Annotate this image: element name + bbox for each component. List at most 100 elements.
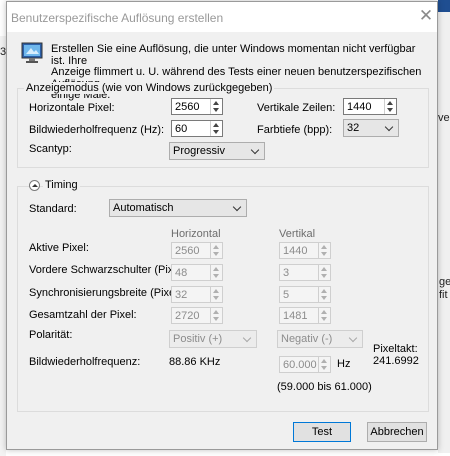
horizontal-frequency-value: 88.86 KHz (169, 356, 221, 368)
monitor-icon (21, 42, 43, 63)
horizontal-pixels-label: Horizontale Pixel: (29, 102, 115, 114)
stepper-arrows[interactable] (210, 265, 222, 280)
stepper-arrows[interactable] (210, 287, 222, 302)
scan-type-label: Scantyp: (29, 143, 72, 155)
color-depth-label: Farbtiefe (bpp): (257, 124, 333, 136)
timing-refresh-value: 60.000 (283, 359, 317, 371)
sync-width-h-stepper[interactable]: 32 (171, 286, 223, 303)
polarity-v-value: Negativ (-) (281, 333, 333, 345)
chevron-up-icon[interactable] (321, 245, 327, 249)
timing-refresh-stepper[interactable]: 60.000 (279, 356, 331, 373)
front-porch-v-stepper[interactable]: 3 (279, 264, 331, 281)
active-pixels-h-value: 2560 (175, 245, 200, 257)
total-pixels-h-value: 2720 (175, 310, 200, 322)
chevron-up-icon[interactable] (213, 310, 219, 314)
chevron-up-icon[interactable] (387, 101, 393, 105)
refresh-rate-value: 60 (175, 123, 188, 135)
chevron-down-icon[interactable] (321, 252, 327, 256)
chevron-down-icon (250, 145, 260, 155)
custom-resolution-dialog: Benutzerspezifische Auflösung erstellen … (6, 1, 438, 450)
front-porch-v-value: 3 (283, 267, 290, 279)
cancel-button[interactable]: Abbrechen (367, 422, 427, 442)
total-pixels-h-stepper[interactable]: 2720 (171, 307, 223, 324)
stepper-arrows[interactable] (318, 357, 330, 372)
polarity-label: Polarität: (29, 329, 73, 341)
chevron-down-icon[interactable] (213, 296, 219, 300)
chevron-up-icon[interactable] (321, 310, 327, 314)
background-window-titlebar (438, 0, 450, 12)
active-pixels-h-stepper[interactable]: 2560 (171, 242, 223, 259)
stepper-arrows[interactable] (318, 265, 330, 280)
stepper-arrows[interactable] (210, 99, 222, 114)
polarity-h-select[interactable]: Positiv (+) (169, 330, 257, 348)
chevron-down-icon[interactable] (213, 130, 219, 134)
front-porch-h-value: 48 (175, 267, 188, 279)
chevron-down-icon[interactable] (321, 317, 327, 321)
chevron-up-icon[interactable] (213, 267, 219, 271)
refresh-rate-stepper[interactable]: 60 (171, 120, 223, 137)
chevron-down-icon[interactable] (213, 108, 219, 112)
background-text: ge (439, 276, 450, 288)
sync-width-v-stepper[interactable]: 5 (279, 286, 331, 303)
chevron-down-icon[interactable] (321, 366, 327, 370)
front-porch-h-stepper[interactable]: 48 (171, 264, 223, 281)
background-text: fit (439, 289, 448, 301)
stepper-arrows[interactable] (384, 99, 396, 114)
active-pixels-v-value: 1440 (283, 245, 308, 257)
info-text-line: Erstellen Sie eine Auflösung, die unter … (51, 43, 416, 67)
scan-type-value: Progressiv (173, 145, 225, 157)
refresh-range: (59.000 bis 61.000) (277, 381, 372, 393)
stepper-arrows[interactable] (210, 243, 222, 258)
timing-legend: Timing (43, 179, 80, 191)
chevron-down-icon[interactable] (213, 252, 219, 256)
active-pixels-label: Aktive Pixel: (29, 242, 89, 254)
chevron-up-icon[interactable] (321, 289, 327, 293)
chevron-down-icon[interactable] (321, 296, 327, 300)
total-pixels-v-stepper[interactable]: 1481 (279, 307, 331, 324)
dialog-title: Benutzerspezifische Auflösung erstellen (11, 11, 224, 25)
chevron-up-icon[interactable] (213, 123, 219, 127)
chevron-up-icon[interactable] (321, 359, 327, 363)
horizontal-pixels-stepper[interactable]: 2560 (171, 98, 223, 115)
active-pixels-v-stepper[interactable]: 1440 (279, 242, 331, 259)
vertical-lines-stepper[interactable]: 1440 (343, 98, 397, 115)
scan-type-select[interactable]: Progressiv (169, 142, 265, 160)
collapse-timing-button[interactable] (29, 180, 40, 191)
close-button[interactable]: ✕ (415, 4, 437, 28)
title-bar: Benutzerspezifische Auflösung erstellen … (7, 2, 437, 32)
background-window-right (438, 0, 450, 453)
standard-select[interactable]: Automatisch (109, 199, 247, 217)
column-header-vertical: Vertikal (279, 228, 316, 240)
chevron-down-icon (242, 333, 252, 343)
stepper-arrows[interactable] (318, 287, 330, 302)
close-icon: ✕ (418, 6, 434, 25)
stepper-arrows[interactable] (318, 243, 330, 258)
color-depth-select[interactable]: 32 (343, 119, 399, 137)
stepper-arrows[interactable] (210, 308, 222, 323)
sync-width-h-value: 32 (175, 289, 188, 301)
chevron-down-icon[interactable] (321, 274, 327, 278)
stepper-arrows[interactable] (318, 308, 330, 323)
chevron-down-icon[interactable] (213, 274, 219, 278)
timing-refresh-label: Bildwiederholfrequenz: (29, 356, 141, 368)
chevron-down-icon (232, 202, 242, 212)
standard-value: Automatisch (113, 202, 174, 214)
test-button[interactable]: Test (293, 422, 351, 442)
chevron-down-icon[interactable] (213, 317, 219, 321)
chevron-up-icon[interactable] (213, 101, 219, 105)
standard-label: Standard: (29, 203, 77, 215)
total-pixels-v-value: 1481 (283, 310, 308, 322)
total-pixels-label: Gesamtzahl der Pixel: (29, 309, 137, 321)
chevron-up-icon[interactable] (213, 289, 219, 293)
polarity-v-select[interactable]: Negativ (-) (277, 330, 363, 348)
background-text: ver (438, 112, 450, 124)
chevron-down-icon[interactable] (387, 108, 393, 112)
pixel-clock-value: 241.6992 (373, 355, 419, 367)
chevron-up-icon[interactable] (213, 245, 219, 249)
sync-width-label: Synchronisierungsbreite (Pixel): (29, 287, 185, 299)
pixel-clock-label: Pixeltakt: (373, 343, 418, 355)
column-header-horizontal: Horizontal (171, 228, 221, 240)
stepper-arrows[interactable] (210, 121, 222, 136)
chevron-up-icon[interactable] (321, 267, 327, 271)
chevron-down-icon (384, 122, 394, 132)
